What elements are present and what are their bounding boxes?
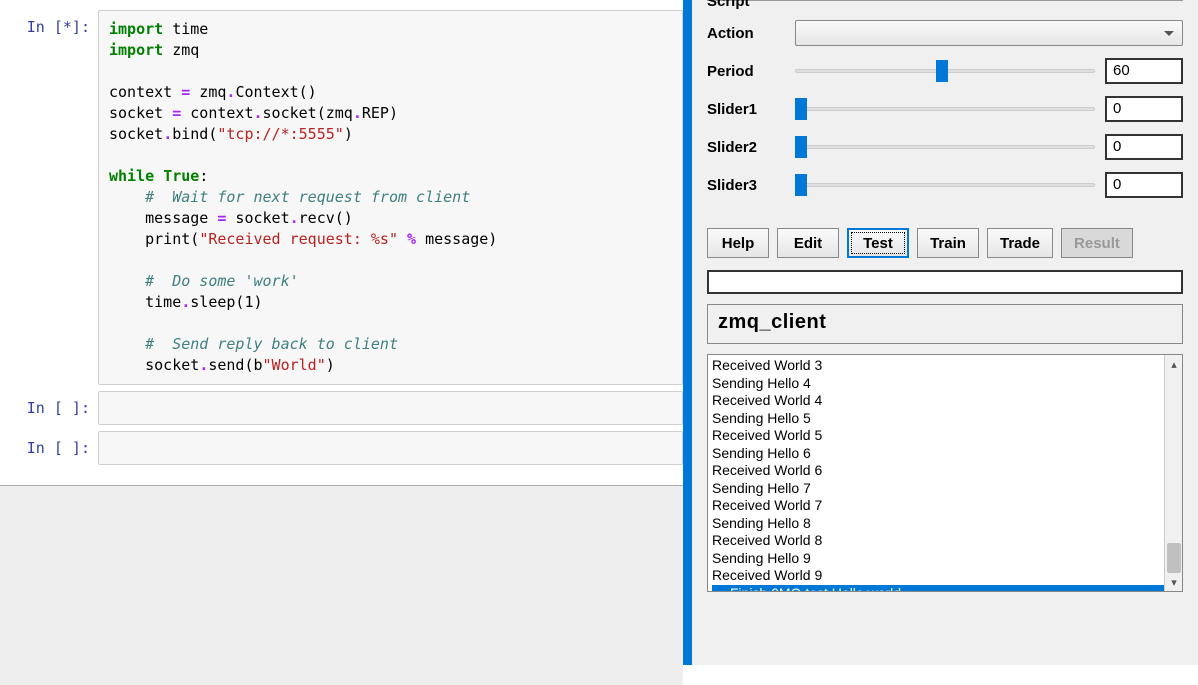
slider1-value[interactable]: 0: [1105, 96, 1183, 122]
action-dropdown[interactable]: [795, 20, 1183, 46]
log-line[interactable]: Received World 3: [712, 357, 1178, 375]
log-line[interactable]: Received World 9: [712, 567, 1178, 585]
slider2[interactable]: [795, 137, 1095, 157]
log-line[interactable]: Sending Hello 4: [712, 375, 1178, 393]
slider3-label: Slider3: [707, 177, 785, 194]
result-button[interactable]: Result: [1061, 228, 1133, 258]
slider1[interactable]: [795, 99, 1095, 119]
log-line[interactable]: Received World 5: [712, 427, 1178, 445]
cell-prompt-idle: In [ ]:: [0, 431, 98, 465]
log-line[interactable]: --- Finish 0MQ test Hello world: [712, 585, 1178, 593]
scroll-down-icon[interactable]: ▾: [1165, 573, 1183, 591]
log-scrollbar[interactable]: ▴ ▾: [1164, 355, 1182, 591]
period-label: Period: [707, 63, 785, 80]
notebook-footer: [0, 485, 683, 685]
code-cell-empty-2: In [ ]:: [0, 431, 683, 465]
code-cell-running: In [*]: import time import zmq context =…: [0, 10, 683, 385]
code-editor[interactable]: import time import zmq context = zmq.Con…: [98, 10, 683, 385]
trade-button[interactable]: Trade: [987, 228, 1053, 258]
log-line[interactable]: Sending Hello 6: [712, 445, 1178, 463]
script-label: Script: [707, 0, 785, 10]
edit-button[interactable]: Edit: [777, 228, 839, 258]
slider3[interactable]: [795, 175, 1095, 195]
train-button[interactable]: Train: [917, 228, 979, 258]
log-line[interactable]: Received World 8: [712, 532, 1178, 550]
code-editor-empty[interactable]: [98, 391, 683, 425]
zorro-panel: Script Action Period 60 Slider1 0 Slider…: [683, 0, 1198, 665]
log-line[interactable]: Received World 4: [712, 392, 1178, 410]
button-row: Help Edit Test Train Trade Result: [692, 214, 1198, 268]
slider1-label: Slider1: [707, 101, 785, 118]
script-title: zmq_client: [707, 304, 1183, 344]
log-line[interactable]: Received World 6: [712, 462, 1178, 480]
action-label: Action: [707, 25, 785, 42]
log-line[interactable]: Sending Hello 7: [712, 480, 1178, 498]
help-button[interactable]: Help: [707, 228, 769, 258]
slider2-value[interactable]: 0: [1105, 134, 1183, 160]
test-button[interactable]: Test: [847, 228, 909, 258]
code-cell-empty-1: In [ ]:: [0, 391, 683, 425]
slider3-value[interactable]: 0: [1105, 172, 1183, 198]
code-editor-empty[interactable]: [98, 431, 683, 465]
log-line[interactable]: Sending Hello 5: [712, 410, 1178, 428]
jupyter-notebook: In [*]: import time import zmq context =…: [0, 0, 683, 665]
scrollbar-thumb[interactable]: [1167, 543, 1181, 573]
command-input[interactable]: [707, 270, 1183, 294]
cell-prompt-running: In [*]:: [0, 10, 98, 385]
log-output[interactable]: Received World 3Sending Hello 4Received …: [707, 354, 1183, 592]
log-line[interactable]: Sending Hello 8: [712, 515, 1178, 533]
scroll-up-icon[interactable]: ▴: [1165, 355, 1183, 373]
log-line[interactable]: Sending Hello 9: [712, 550, 1178, 568]
slider2-label: Slider2: [707, 139, 785, 156]
period-slider[interactable]: [795, 61, 1095, 81]
log-line[interactable]: Received World 7: [712, 497, 1178, 515]
cell-prompt-idle: In [ ]:: [0, 391, 98, 425]
period-value[interactable]: 60: [1105, 58, 1183, 84]
